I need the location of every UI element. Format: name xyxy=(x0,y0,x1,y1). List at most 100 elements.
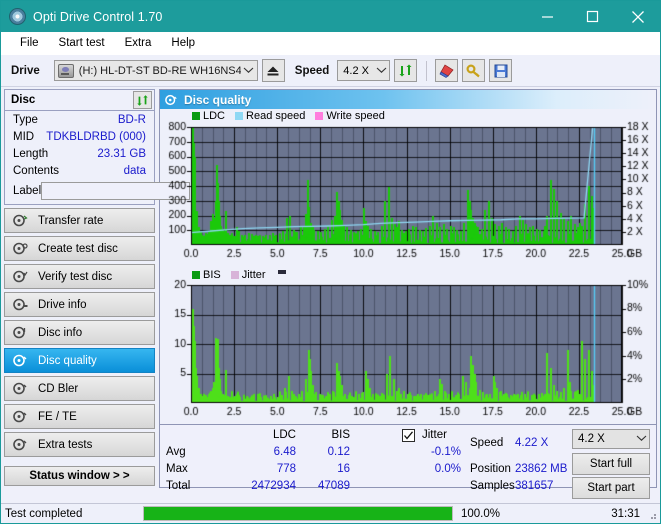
refresh-icon xyxy=(399,64,412,77)
title-bar: Opti Drive Control 1.70 xyxy=(1,1,660,32)
elapsed-time: 31:31 xyxy=(611,507,640,520)
legend-swatch-jitter xyxy=(230,271,239,279)
minimize-button[interactable] xyxy=(525,1,570,32)
bis-chart-legend: BIS Jitter xyxy=(192,269,286,281)
disc-test-icon xyxy=(13,382,30,395)
drive-label: Drive xyxy=(11,64,40,77)
menu-file[interactable]: File xyxy=(11,35,48,52)
test-speed-select[interactable]: 4.2 X xyxy=(572,429,650,449)
menu-start-test[interactable]: Start test xyxy=(50,35,114,52)
sidebar: Disc Type BD-R MID TDKBLDRBD (000) Lengt… xyxy=(1,87,214,488)
disc-test-icon xyxy=(13,354,30,367)
ldc-chart-canvas xyxy=(160,109,660,269)
sidebar-item-cd-bler[interactable]: CD Bler xyxy=(4,376,155,401)
app-disc-icon xyxy=(9,8,26,25)
menu-extra[interactable]: Extra xyxy=(116,35,161,52)
legend-swatch-read-speed xyxy=(235,112,244,120)
save-button[interactable] xyxy=(489,59,513,82)
sidebar-item-create-test-disc[interactable]: Create test disc xyxy=(4,236,155,261)
ldc-chart-legend: LDC Read speed Write speed xyxy=(192,110,391,122)
speed-label: Speed xyxy=(294,64,330,77)
stats-row-avg-label: Avg xyxy=(166,446,186,458)
disc-row-contents: Contents data xyxy=(5,162,154,179)
scale-marker-icon xyxy=(277,270,286,274)
legend-entry-jitter: Jitter xyxy=(230,269,266,281)
sidebar-item-transfer-rate[interactable]: Transfer rate xyxy=(4,208,155,233)
progress-percent: 100.0% xyxy=(461,507,501,520)
status-bar: Test completed 100.0% 31:31 xyxy=(1,503,660,523)
legend-label-bis: BIS xyxy=(203,269,221,281)
disc-test-icon xyxy=(13,326,30,339)
stats-avg-jitter: -0.1% xyxy=(430,446,461,458)
bis-chart[interactable]: BIS Jitter xyxy=(160,269,660,424)
legend-label-jitter: Jitter xyxy=(241,269,266,281)
bis-chart-canvas xyxy=(160,269,660,424)
eject-button[interactable] xyxy=(261,59,285,82)
disc-length-value: 23.31 GB xyxy=(97,147,146,160)
sidebar-item-label: Disc info xyxy=(38,326,83,339)
ldc-chart[interactable]: LDC Read speed Write speed xyxy=(160,109,660,269)
stats-max-jitter: 0.0% xyxy=(434,463,461,475)
eject-icon xyxy=(267,66,279,75)
sidebar-item-fe-te[interactable]: FE / TE xyxy=(4,404,155,429)
sidebar-item-disc-quality[interactable]: Disc quality xyxy=(4,348,155,373)
progress-bar-fill xyxy=(144,507,452,520)
disc-type-value: BD-R xyxy=(117,113,146,126)
sidebar-item-extra-tests[interactable]: Extra tests xyxy=(4,432,155,457)
stats-avg-ldc: 6.48 xyxy=(273,446,296,458)
disc-contents-label: Contents xyxy=(13,164,60,177)
sidebar-item-label: Disc quality xyxy=(38,354,97,367)
stats-total-bis: 47089 xyxy=(318,480,350,492)
sidebar-item-drive-info[interactable]: Drive info xyxy=(4,292,155,317)
disc-test-icon xyxy=(13,270,30,283)
disc-test-icon xyxy=(13,410,30,423)
speed-select[interactable]: 4.2 X xyxy=(337,60,391,81)
disc-test-icon xyxy=(13,438,30,451)
drive-toolbar: Drive (H:) HL-DT-ST BD-RE WH16NS48 1.D3 … xyxy=(1,55,660,87)
status-window-button[interactable]: Status window > > xyxy=(4,466,155,486)
erase-button[interactable] xyxy=(435,59,459,82)
stats-row-total-label: Total xyxy=(166,480,191,492)
stats-col-bis: BIS xyxy=(331,429,350,441)
drive-select[interactable]: (H:) HL-DT-ST BD-RE WH16NS48 1.D3 xyxy=(53,60,258,81)
app-window: Opti Drive Control 1.70 File Start test … xyxy=(0,0,661,524)
jitter-checkbox[interactable] xyxy=(402,429,415,442)
test-speed-value: 4.2 X xyxy=(578,433,605,445)
chevron-down-icon xyxy=(241,66,257,76)
disc-row-length: Length 23.31 GB xyxy=(5,145,154,162)
legend-label-write-speed: Write speed xyxy=(326,110,385,122)
sidebar-item-label: Extra tests xyxy=(38,438,93,451)
key-icon xyxy=(466,63,481,77)
main-panel-title: Disc quality xyxy=(184,92,252,107)
legend-entry-write-speed: Write speed xyxy=(315,110,385,122)
maximize-button[interactable] xyxy=(570,1,615,32)
legend-entry-ldc: LDC xyxy=(192,110,225,122)
check-icon xyxy=(404,431,414,440)
legend-swatch-ldc xyxy=(192,112,200,120)
sidebar-item-verify-test-disc[interactable]: Verify test disc xyxy=(4,264,155,289)
sidebar-item-label: Verify test disc xyxy=(38,270,113,283)
refresh-button[interactable] xyxy=(394,59,418,82)
menu-help[interactable]: Help xyxy=(162,35,204,52)
sidebar-item-label: FE / TE xyxy=(38,410,77,423)
stats-position-label: Position xyxy=(470,463,511,475)
sidebar-item-label: Drive info xyxy=(38,298,87,311)
disc-test-icon xyxy=(13,214,30,227)
eraser-icon xyxy=(439,64,454,78)
legend-entry-read-speed: Read speed xyxy=(235,110,305,122)
disc-type-label: Type xyxy=(13,113,38,126)
disc-refresh-button[interactable] xyxy=(133,91,152,109)
toolbar-separator xyxy=(426,60,428,81)
disc-label-label: Label xyxy=(13,184,42,197)
start-part-button[interactable]: Start part xyxy=(572,477,650,499)
progress-bar xyxy=(143,506,453,521)
disc-quality-icon xyxy=(165,94,178,106)
close-button[interactable] xyxy=(615,1,660,32)
sidebar-item-disc-info[interactable]: Disc info xyxy=(4,320,155,345)
key-button[interactable] xyxy=(462,59,486,82)
resize-grip[interactable] xyxy=(647,510,657,520)
sidebar-item-label: Create test disc xyxy=(38,242,118,255)
status-text: Test completed xyxy=(5,507,83,520)
start-full-button[interactable]: Start full xyxy=(572,453,650,475)
drive-icon xyxy=(57,63,74,78)
